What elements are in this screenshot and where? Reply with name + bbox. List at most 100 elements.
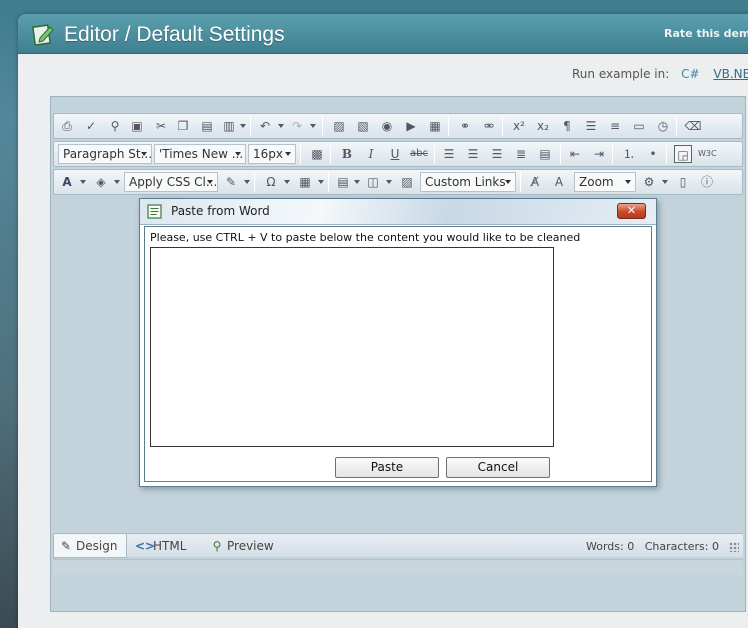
- hyperlink-icon[interactable]: ⚭: [456, 117, 474, 135]
- tab-html-label: HTML: [153, 539, 187, 553]
- chevron-down-icon[interactable]: [278, 124, 284, 128]
- lang-vbnet-link[interactable]: VB.NET: [713, 67, 748, 81]
- numbered-list-icon[interactable]: ⒈: [620, 145, 638, 163]
- superscript-icon[interactable]: x²: [510, 117, 528, 135]
- dialog-title: Paste from Word: [171, 204, 270, 218]
- special-characters-icon[interactable]: Ω: [262, 173, 280, 191]
- resize-grip[interactable]: [729, 542, 739, 552]
- word-character-count: Words: 0 Characters: 0: [586, 540, 719, 553]
- strikethrough-icon[interactable]: abc: [410, 145, 428, 163]
- font-size-dropdown[interactable]: 16px: [248, 144, 296, 164]
- run-example-label: Run example in:: [572, 67, 670, 81]
- align-left-icon[interactable]: ☰: [440, 145, 458, 163]
- fore-color-icon[interactable]: A: [58, 173, 76, 191]
- page-title: Editor / Default Settings: [64, 23, 285, 46]
- cut-icon[interactable]: ✂: [152, 117, 170, 135]
- image-map-icon[interactable]: ▩: [308, 145, 326, 163]
- lang-csharp-link[interactable]: C#: [681, 67, 699, 81]
- bulleted-list-icon[interactable]: •: [644, 145, 662, 163]
- format-painter-icon[interactable]: ✎: [222, 173, 240, 191]
- chevron-down-icon[interactable]: [284, 180, 290, 184]
- custom-links-value: Custom Links: [425, 175, 506, 189]
- format-stripper-icon[interactable]: ⌫: [684, 117, 702, 135]
- words-count: 0: [627, 540, 635, 553]
- find-replace-icon[interactable]: ⚲: [106, 117, 124, 135]
- insert-date-icon[interactable]: ▭: [630, 117, 648, 135]
- html-tag-icon: <>: [135, 539, 156, 553]
- app-window: Editor / Default Settings Rate this demo…: [18, 14, 748, 628]
- chevron-down-icon[interactable]: [114, 180, 120, 184]
- new-paragraph-icon[interactable]: ☰: [582, 117, 600, 135]
- paragraph-mark-icon[interactable]: ¶: [558, 117, 576, 135]
- chevron-down-icon: [625, 180, 631, 184]
- chevron-down-icon[interactable]: [662, 180, 668, 184]
- paste-area[interactable]: [150, 247, 554, 447]
- dialog-titlebar[interactable]: Paste from Word ✕: [140, 199, 656, 225]
- template-manager-icon[interactable]: ▦: [426, 117, 444, 135]
- select-all-icon[interactable]: ▣: [128, 117, 146, 135]
- toolbar-row-1: ⎙ ✓ ⚲ ▣ ✂ ❐ ▤ ▥ ↶ ↷ ▨ ▧ ◉ ▶ ▦ ⚭ ⚮ x² x₂: [53, 113, 743, 139]
- paste-button[interactable]: Paste: [335, 457, 439, 478]
- subscript-icon[interactable]: x₂: [534, 117, 552, 135]
- module-manager-icon[interactable]: ⚙: [640, 173, 658, 191]
- chevron-down-icon[interactable]: [310, 124, 316, 128]
- media-manager-icon[interactable]: ▶: [402, 117, 420, 135]
- document-manager-icon[interactable]: ▧: [354, 117, 372, 135]
- cancel-button[interactable]: Cancel: [446, 457, 550, 478]
- xhtml-validator-icon[interactable]: W3C: [698, 145, 717, 163]
- undo-icon[interactable]: ↶: [256, 117, 274, 135]
- flash-manager-icon[interactable]: ◉: [378, 117, 396, 135]
- about-info-icon[interactable]: ⓘ: [698, 173, 716, 191]
- copy-icon[interactable]: ❐: [174, 117, 192, 135]
- tab-design[interactable]: ✎ Design: [53, 534, 127, 558]
- insert-form-element-icon[interactable]: ▤: [334, 173, 352, 191]
- indent-icon[interactable]: ⇥: [590, 145, 608, 163]
- redo-icon[interactable]: ↷: [288, 117, 306, 135]
- chevron-down-icon[interactable]: [354, 180, 360, 184]
- close-button[interactable]: ✕: [617, 203, 646, 219]
- toolbar-separator: [502, 116, 503, 136]
- chevron-down-icon[interactable]: [240, 124, 246, 128]
- chevron-down-icon[interactable]: [244, 180, 250, 184]
- chevron-down-icon: [235, 152, 241, 156]
- custom-links-icon[interactable]: ▨: [398, 173, 416, 191]
- convert-to-upper-icon[interactable]: A: [550, 173, 568, 191]
- rate-demo-label[interactable]: Rate this demo:: [664, 27, 748, 40]
- outdent-icon[interactable]: ⇤: [566, 145, 584, 163]
- chevron-down-icon[interactable]: [318, 180, 324, 184]
- image-manager-icon[interactable]: ▨: [330, 117, 348, 135]
- align-center-icon[interactable]: ☰: [464, 145, 482, 163]
- insert-time-icon[interactable]: ◷: [654, 117, 672, 135]
- horizontal-rule-icon[interactable]: ≡: [606, 117, 624, 135]
- insert-table-icon[interactable]: ▦: [296, 173, 314, 191]
- align-right-icon[interactable]: ☰: [488, 145, 506, 163]
- underline-icon[interactable]: U: [386, 145, 404, 163]
- css-class-dropdown[interactable]: Apply CSS Cl...: [124, 172, 218, 192]
- absolute-position-icon[interactable]: ◲: [674, 145, 692, 163]
- italic-icon[interactable]: I: [362, 145, 380, 163]
- chevron-down-icon[interactable]: [80, 180, 86, 184]
- characters-label: Characters:: [644, 540, 709, 553]
- print-icon[interactable]: ⎙: [58, 117, 76, 135]
- chevron-down-icon[interactable]: [386, 180, 392, 184]
- font-name-dropdown[interactable]: 'Times New ...: [154, 144, 246, 164]
- chevron-down-icon: [207, 180, 213, 184]
- spellcheck-icon[interactable]: ✓: [82, 117, 100, 135]
- convert-to-lower-icon[interactable]: A̸: [526, 173, 544, 191]
- remove-alignment-icon[interactable]: ▤: [536, 145, 554, 163]
- zoom-dropdown[interactable]: Zoom: [574, 172, 636, 192]
- remove-link-icon[interactable]: ⚮: [480, 117, 498, 135]
- paragraph-style-dropdown[interactable]: Paragraph St...: [58, 144, 152, 164]
- paste-options-icon[interactable]: ▥: [220, 117, 238, 135]
- back-color-icon[interactable]: ◈: [92, 173, 110, 191]
- bold-icon[interactable]: B: [338, 145, 356, 163]
- toggle-screen-mode-icon[interactable]: ▯: [674, 173, 692, 191]
- chevron-down-icon: [141, 152, 147, 156]
- insert-snippet-icon[interactable]: ◫: [364, 173, 382, 191]
- tab-html[interactable]: <> HTML: [131, 534, 197, 558]
- custom-links-dropdown[interactable]: Custom Links: [420, 172, 516, 192]
- toolbar-separator: [560, 144, 561, 164]
- justify-icon[interactable]: ≣: [512, 145, 530, 163]
- tab-preview[interactable]: ⚲ Preview: [205, 534, 285, 558]
- paste-icon[interactable]: ▤: [198, 117, 216, 135]
